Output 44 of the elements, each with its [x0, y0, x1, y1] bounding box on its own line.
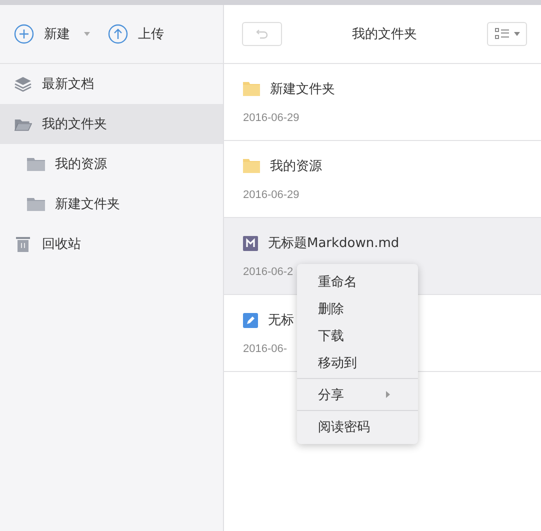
- folder-icon: [27, 197, 45, 211]
- new-button[interactable]: 新建: [14, 24, 90, 44]
- plus-icon: [14, 24, 34, 44]
- menu-item[interactable]: 分享: [297, 381, 418, 408]
- sidebar-item[interactable]: 最新文档: [0, 64, 223, 104]
- undo-icon: [256, 29, 268, 39]
- folder-icon: [27, 157, 45, 171]
- markdown-file-icon: [243, 236, 258, 250]
- caret-icon: [514, 32, 520, 36]
- file-name: 我的资源: [270, 158, 322, 175]
- menu-item[interactable]: 重命名: [297, 268, 418, 295]
- upload-button[interactable]: 上传: [108, 24, 168, 44]
- sidebar-label: 新建文件夹: [55, 196, 120, 213]
- submenu-arrow-icon: [386, 391, 390, 398]
- folder-icon: [243, 82, 260, 96]
- upload-icon: [108, 24, 128, 44]
- file-name: 新建文件夹: [270, 81, 335, 98]
- file-row[interactable]: 新建文件夹 2016-06-29: [224, 64, 541, 141]
- file-name: 无标: [268, 312, 294, 329]
- file-date: 2016-06-29: [243, 112, 300, 124]
- menu-item[interactable]: 下载: [297, 322, 418, 349]
- view-mode-button[interactable]: [487, 22, 527, 46]
- sidebar-item[interactable]: 我的资源: [0, 144, 223, 184]
- open-folder-icon: [14, 116, 32, 132]
- caret-icon: [84, 32, 90, 36]
- sidebar-label: 我的文件夹: [42, 116, 107, 133]
- sidebar-item[interactable]: 回收站: [0, 224, 223, 264]
- menu-item[interactable]: 删除: [297, 295, 418, 322]
- file-name: 无标题Markdown.md: [268, 235, 400, 252]
- file-date: 2016-06-: [243, 343, 288, 355]
- folder-title: 我的文件夹: [352, 26, 417, 43]
- sidebar-item[interactable]: 新建文件夹: [0, 184, 223, 224]
- sidebar-item[interactable]: 我的文件夹: [0, 104, 223, 144]
- menu-item[interactable]: 阅读密码: [297, 413, 418, 440]
- file-date: 2016-06-29: [243, 189, 300, 201]
- sidebar-label: 最新文档: [42, 76, 94, 93]
- list-icon: [494, 28, 508, 40]
- folder-icon: [243, 159, 260, 173]
- sidebar-label: 我的资源: [55, 156, 107, 173]
- file-date: 2016-06-2: [243, 266, 294, 278]
- trash-icon: [14, 236, 32, 252]
- note-file-icon: [243, 312, 258, 328]
- sidebar-label: 回收站: [42, 236, 81, 253]
- layers-icon: [14, 76, 32, 92]
